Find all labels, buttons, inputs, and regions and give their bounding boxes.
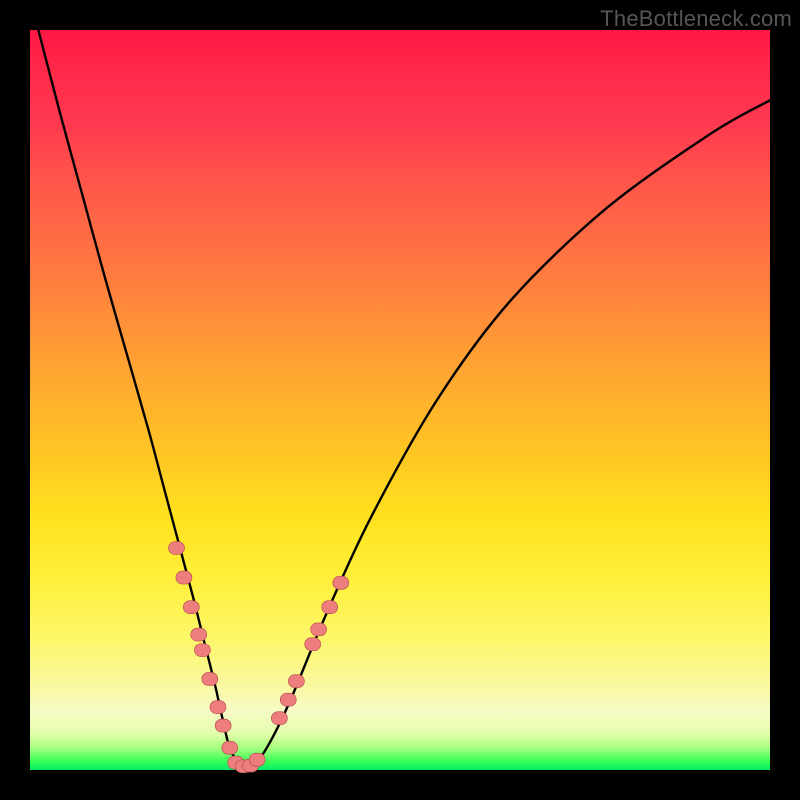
data-point-marker xyxy=(191,628,207,641)
data-point-marker xyxy=(311,623,327,636)
data-point-marker xyxy=(322,601,338,614)
data-point-marker xyxy=(183,601,199,614)
data-point-marker xyxy=(333,576,349,589)
data-point-marker xyxy=(305,638,321,651)
data-point-marker xyxy=(249,753,265,766)
bottleneck-curve xyxy=(37,26,770,768)
chart-svg xyxy=(30,30,770,770)
data-point-marker xyxy=(202,672,218,685)
data-point-marker xyxy=(288,675,304,688)
data-point-marker xyxy=(194,644,210,657)
data-point-marker xyxy=(222,741,238,754)
data-point-marker xyxy=(271,712,287,725)
data-point-marker xyxy=(169,542,185,555)
data-point-marker xyxy=(280,693,296,706)
data-point-marker xyxy=(210,701,226,714)
watermark-text: TheBottleneck.com xyxy=(600,6,792,32)
data-point-marker xyxy=(215,719,231,732)
data-point-markers xyxy=(169,542,349,773)
data-point-marker xyxy=(176,571,192,584)
